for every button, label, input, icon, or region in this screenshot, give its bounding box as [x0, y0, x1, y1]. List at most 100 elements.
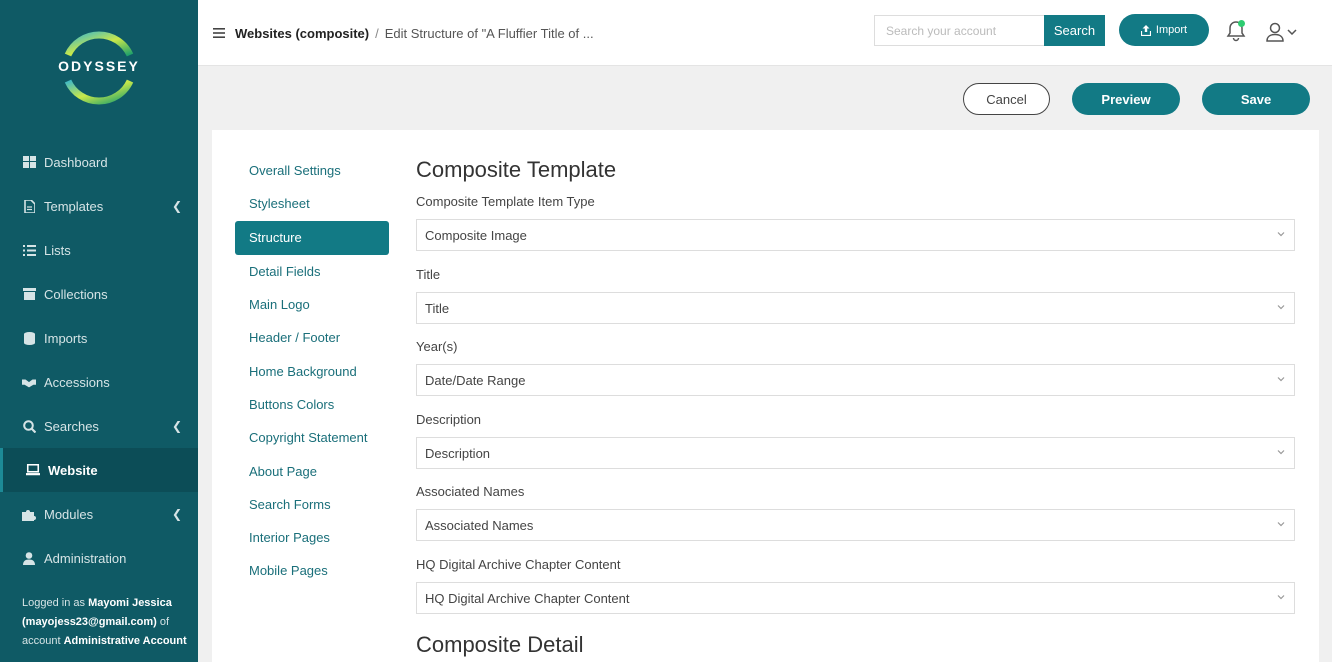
sidebar-item-label: Imports	[44, 330, 88, 346]
subnav-structure[interactable]: Structure	[235, 220, 389, 255]
subnav-mobile-pages[interactable]: Mobile Pages	[235, 554, 389, 587]
sidebar-item-dashboard[interactable]: Dashboard	[0, 140, 198, 184]
chevron-down-icon	[1287, 29, 1297, 35]
select-value: Date/Date Range	[425, 372, 526, 388]
field-label: Title	[416, 267, 441, 282]
import-button[interactable]: Import	[1119, 14, 1209, 46]
sidebar-item-modules[interactable]: Modules ❮	[0, 492, 198, 536]
next-section-title: Composite Detail	[416, 632, 584, 657]
chevron-left-icon: ❮	[171, 419, 182, 433]
topbar: Websites (composite) / Edit Structure of "…	[198, 0, 1332, 66]
select-value: Title	[425, 300, 450, 316]
subnav-detail-fields[interactable]: Detail Fields	[235, 255, 389, 288]
breadcrumb-current: Edit Structure of "A Fluffier Title of .…	[384, 26, 594, 41]
puzzle-icon	[22, 507, 36, 521]
logged-in-name: Mayomi Jessica	[88, 597, 172, 609]
odyssey-logo[interactable]: ODYSSEY	[56, 25, 142, 111]
subnav-header-footer[interactable]: Header / Footer	[235, 321, 389, 354]
subnav-copyright-statement[interactable]: Copyright Statement	[235, 421, 389, 454]
user-icon	[22, 551, 36, 565]
sidebar-item-imports[interactable]: Imports	[0, 316, 198, 360]
chevron-down-icon	[1277, 595, 1285, 600]
sidebar-item-searches[interactable]: Searches ❮	[0, 404, 198, 448]
sidebar-item-label: Searches	[44, 418, 99, 434]
cancel-button[interactable]: Cancel	[963, 83, 1050, 115]
logged-in-account: Administrative Account	[63, 635, 187, 647]
preview-button[interactable]: Preview	[1072, 83, 1180, 115]
chevron-down-icon	[1277, 232, 1285, 237]
chevron-left-icon: ❮	[171, 507, 182, 521]
sidebar-item-label: Lists	[44, 242, 71, 258]
select-value: Description	[425, 445, 491, 461]
content-panel: Overall Settings Stylesheet Structure De…	[212, 130, 1319, 662]
breadcrumb-root[interactable]: Websites (composite)	[235, 26, 369, 41]
chevron-down-icon	[1277, 522, 1285, 527]
archive-icon	[22, 287, 36, 301]
field-label: HQ Digital Archive Chapter Content	[416, 557, 621, 572]
subnav-about-page[interactable]: About Page	[235, 454, 389, 487]
sidebar: ODYSSEY Dashboard Templates ❮ Lists Coll…	[0, 0, 198, 662]
laptop-icon	[26, 463, 40, 477]
sidebar-item-label: Dashboard	[44, 154, 108, 170]
handshake-icon	[22, 375, 36, 389]
chapter-content-select[interactable]: HQ Digital Archive Chapter Content	[416, 582, 1295, 614]
logo-text: ODYSSEY	[58, 58, 140, 74]
upload-icon	[1140, 24, 1151, 36]
subnav-main-logo[interactable]: Main Logo	[235, 288, 389, 321]
select-value: Associated Names	[425, 517, 534, 533]
sidebar-item-collections[interactable]: Collections	[0, 272, 198, 316]
chevron-left-icon: ❮	[171, 199, 182, 213]
sidebar-item-accessions[interactable]: Accessions	[0, 360, 198, 404]
subnav-overall-settings[interactable]: Overall Settings	[235, 154, 389, 187]
title-select[interactable]: Title	[416, 292, 1295, 324]
select-value: HQ Digital Archive Chapter Content	[425, 590, 630, 606]
search-button[interactable]: Search	[1044, 15, 1105, 46]
sidebar-nav: Dashboard Templates ❮ Lists Collections …	[0, 140, 198, 580]
subnav-home-background[interactable]: Home Background	[235, 354, 389, 387]
subnav-search-forms[interactable]: Search Forms	[235, 488, 389, 521]
breadcrumb: Websites (composite) / Edit Structure of "…	[235, 26, 594, 41]
logged-in-info: Logged in as Mayomi Jessica (mayojess23@…	[22, 594, 187, 651]
sidebar-item-lists[interactable]: Lists	[0, 228, 198, 272]
sidebar-item-label: Accessions	[44, 374, 110, 390]
notification-dot	[1238, 20, 1245, 27]
subnav-buttons-colors[interactable]: Buttons Colors	[235, 388, 389, 421]
search-icon	[22, 419, 36, 433]
settings-subnav: Overall Settings Stylesheet Structure De…	[235, 154, 389, 588]
search-input[interactable]	[874, 15, 1044, 46]
years-select[interactable]: Date/Date Range	[416, 364, 1295, 396]
sidebar-item-label: Website	[48, 462, 98, 478]
user-menu[interactable]	[1266, 21, 1298, 43]
breadcrumb-separator: /	[375, 26, 379, 41]
subnav-interior-pages[interactable]: Interior Pages	[235, 521, 389, 554]
sidebar-item-label: Templates	[44, 198, 104, 214]
field-label: Description	[416, 412, 482, 427]
save-button[interactable]: Save	[1202, 83, 1310, 115]
chevron-down-icon	[1277, 450, 1285, 455]
associated-names-select[interactable]: Associated Names	[416, 509, 1295, 541]
field-label: Composite Template Item Type	[416, 194, 595, 209]
field-label: Year(s)	[416, 339, 458, 354]
user-icon	[1266, 22, 1284, 42]
sidebar-item-templates[interactable]: Templates ❮	[0, 184, 198, 228]
chevron-down-icon	[1277, 377, 1285, 382]
sidebar-item-label: Modules	[44, 506, 94, 522]
logged-in-prefix: Logged in as	[22, 597, 85, 609]
list-icon	[22, 243, 36, 257]
chevron-down-icon	[1277, 305, 1285, 310]
description-select[interactable]: Description	[416, 437, 1295, 469]
file-icon	[22, 199, 36, 213]
logged-in-email: (mayojess23@gmail.com)	[22, 616, 157, 628]
sidebar-item-administration[interactable]: Administration	[0, 536, 198, 580]
sidebar-item-website[interactable]: Website	[0, 448, 198, 492]
database-icon	[22, 331, 36, 345]
sidebar-item-label: Collections	[44, 286, 108, 302]
hamburger-menu-icon[interactable]	[213, 28, 225, 38]
subnav-stylesheet[interactable]: Stylesheet	[235, 187, 389, 220]
select-value: Composite Image	[425, 227, 527, 243]
dashboard-icon	[22, 155, 36, 169]
section-title: Composite Template	[416, 157, 617, 182]
import-label: Import	[1155, 24, 1188, 36]
item-type-select[interactable]: Composite Image	[416, 219, 1295, 251]
field-label: Associated Names	[416, 484, 525, 499]
